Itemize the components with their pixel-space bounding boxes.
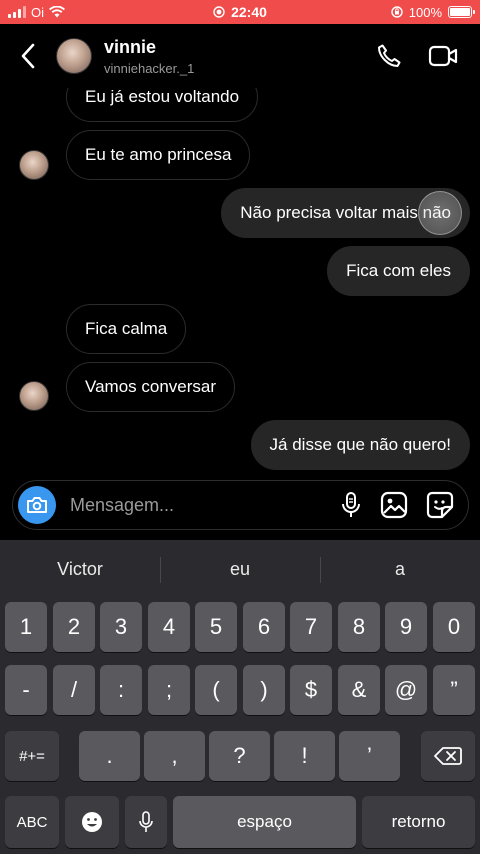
key[interactable]: : [100,665,142,715]
key[interactable]: ” [433,665,475,715]
symbols-key[interactable]: #+= [5,731,59,781]
key[interactable]: / [53,665,95,715]
message-composer: Mensagem... [12,480,469,530]
recording-icon [213,6,225,18]
key[interactable]: 0 [433,602,475,652]
key[interactable]: - [5,665,47,715]
message-list[interactable]: Eu já estou voltando Eu te amo princesa … [0,88,480,478]
suggestion[interactable]: Victor [0,559,160,580]
suggestion[interactable]: a [320,556,480,583]
key[interactable]: 8 [338,602,380,652]
camera-icon [27,497,47,513]
delete-key[interactable] [421,731,475,781]
key[interactable]: ! [274,731,335,781]
microphone-icon [139,811,153,832]
key[interactable]: 2 [53,602,95,652]
avatar[interactable] [19,150,49,180]
suggestion[interactable]: eu [160,556,320,583]
message-received[interactable]: Eu já estou voltando [66,88,259,122]
message-received[interactable]: Fica calma [66,304,187,354]
key[interactable]: ( [195,665,237,715]
message-received[interactable]: Vamos conversar [66,362,236,412]
message-sent[interactable]: Já disse que não quero! [250,420,470,470]
camera-button[interactable] [18,486,56,524]
video-camera-icon[interactable] [428,44,458,68]
key[interactable]: 3 [100,602,142,652]
message-input[interactable]: Mensagem... [70,495,340,516]
emoji-key[interactable] [65,796,119,848]
microphone-icon[interactable] [340,491,362,519]
sticker-icon[interactable] [426,491,454,519]
battery-percent: 100% [408,4,442,20]
signal-icon [8,6,26,18]
key[interactable]: 4 [148,602,190,652]
avatar[interactable] [56,38,92,74]
contact-info[interactable]: vinnie vinniehacker._1 [104,37,194,76]
key[interactable]: . [79,731,140,781]
key[interactable]: 1 [5,602,47,652]
keyboard: Victor eu a 1 2 3 4 5 6 7 8 9 0 - / : ; … [0,540,480,854]
touch-indicator [418,191,462,235]
wifi-icon [49,6,65,18]
return-key[interactable]: retorno [362,796,475,848]
key[interactable]: @ [385,665,427,715]
gallery-icon[interactable] [380,491,408,519]
key[interactable]: ; [148,665,190,715]
chat-header: vinnie vinniehacker._1 [0,24,480,88]
key[interactable]: 9 [385,602,427,652]
key[interactable]: & [338,665,380,715]
contact-name: vinnie [104,36,157,57]
contact-username: vinniehacker._1 [104,60,195,76]
space-key[interactable]: espaço [173,796,356,848]
back-button[interactable] [0,24,56,88]
status-bar: Oi 22:40 100% [0,0,480,24]
key[interactable]: 5 [195,602,237,652]
dictation-key[interactable] [125,796,167,848]
battery-icon [448,6,475,18]
suggestion-bar: Victor eu a [0,540,480,598]
key[interactable]: ? [209,731,270,781]
backspace-icon [434,747,462,765]
key[interactable]: $ [290,665,332,715]
carrier-label: Oi [31,4,44,20]
key[interactable]: 7 [290,602,332,652]
emoji-icon [82,812,102,832]
avatar[interactable] [19,381,49,411]
message-sent[interactable]: Fica com eles [327,246,470,296]
abc-key[interactable]: ABC [5,796,59,848]
message-received[interactable]: Eu te amo princesa [66,130,251,180]
key[interactable]: ’ [339,731,400,781]
key[interactable]: ) [243,665,285,715]
phone-icon[interactable] [376,43,402,69]
back-icon [21,43,35,69]
clock: 22:40 [231,4,267,20]
orientation-lock-icon [391,6,403,18]
key[interactable]: , [144,731,205,781]
key[interactable]: 6 [243,602,285,652]
